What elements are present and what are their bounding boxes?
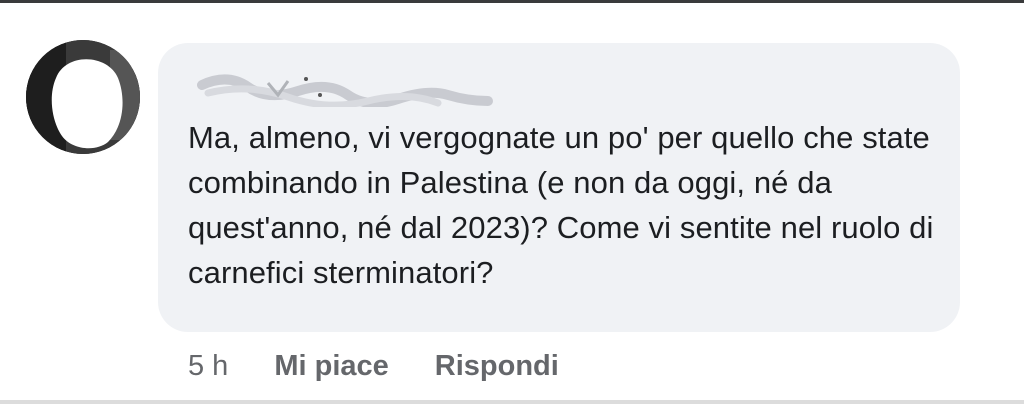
- comment-actions: 5 h Mi piace Rispondi: [188, 344, 605, 388]
- redaction-scribble-icon: [197, 74, 493, 109]
- comment-bubble: Ma, almeno, vi vergognate un po' per que…: [158, 43, 960, 332]
- author-name-redacted[interactable]: [188, 65, 508, 109]
- comment-text: Ma, almeno, vi vergognate un po' per que…: [188, 120, 934, 290]
- reply-button[interactable]: Rispondi: [435, 350, 559, 383]
- top-divider: [0, 0, 1024, 3]
- redacted-avatar-icon: [26, 40, 140, 154]
- avatar[interactable]: [26, 40, 140, 154]
- bottom-divider: [0, 400, 1024, 404]
- comment-timestamp[interactable]: 5 h: [188, 350, 228, 383]
- like-button[interactable]: Mi piace: [274, 350, 388, 383]
